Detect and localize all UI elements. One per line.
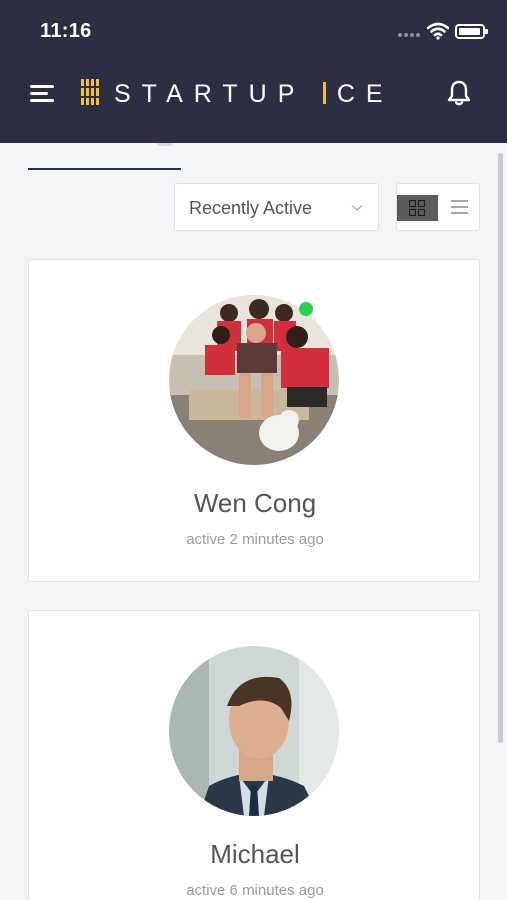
sort-dropdown-value: Recently Active (189, 198, 313, 218)
chevron-down-icon (351, 204, 363, 212)
brand-wordmark: STARTUP CE (114, 80, 394, 109)
grid-view-button[interactable] (397, 195, 438, 221)
tab-indicator-notch (157, 143, 173, 146)
member-last-active: active 6 minutes ago (186, 882, 324, 899)
online-status-dot (299, 302, 313, 316)
member-name: Wen Cong (193, 488, 317, 518)
status-bar: 11:16 (0, 0, 507, 62)
brand-text: STARTUP (114, 80, 305, 108)
view-mode-toggle (396, 183, 480, 231)
active-tab-underline (28, 168, 181, 170)
sort-dropdown[interactable]: Recently Active (174, 183, 379, 231)
member-last-active: active 2 minutes ago (186, 531, 324, 548)
member-card[interactable]: Wen Cong active 2 minutes ago (28, 259, 480, 582)
status-time: 11:16 (40, 20, 92, 42)
wifi-icon (427, 22, 449, 40)
battery-icon (455, 24, 488, 39)
member-card[interactable]: Michael active 6 minutes ago (28, 610, 480, 900)
cellular-signal-icon (398, 33, 420, 39)
scrollbar[interactable] (498, 153, 503, 743)
avatar (169, 295, 339, 465)
startup-ice-logo-icon (80, 78, 100, 106)
bell-icon[interactable] (446, 79, 472, 107)
avatar (169, 646, 339, 816)
app-header: 11:16 STARTUP CE (0, 0, 507, 143)
list-view-button[interactable] (449, 197, 471, 217)
member-list-content: Recently Active Wen Cong active 2 minute… (0, 143, 507, 900)
hamburger-menu-icon[interactable] (30, 82, 58, 104)
member-name: Michael (210, 839, 300, 869)
brand-i-bar (322, 82, 326, 104)
brand-text-suffix: CE (336, 80, 394, 108)
grid-view-icon (409, 200, 416, 207)
